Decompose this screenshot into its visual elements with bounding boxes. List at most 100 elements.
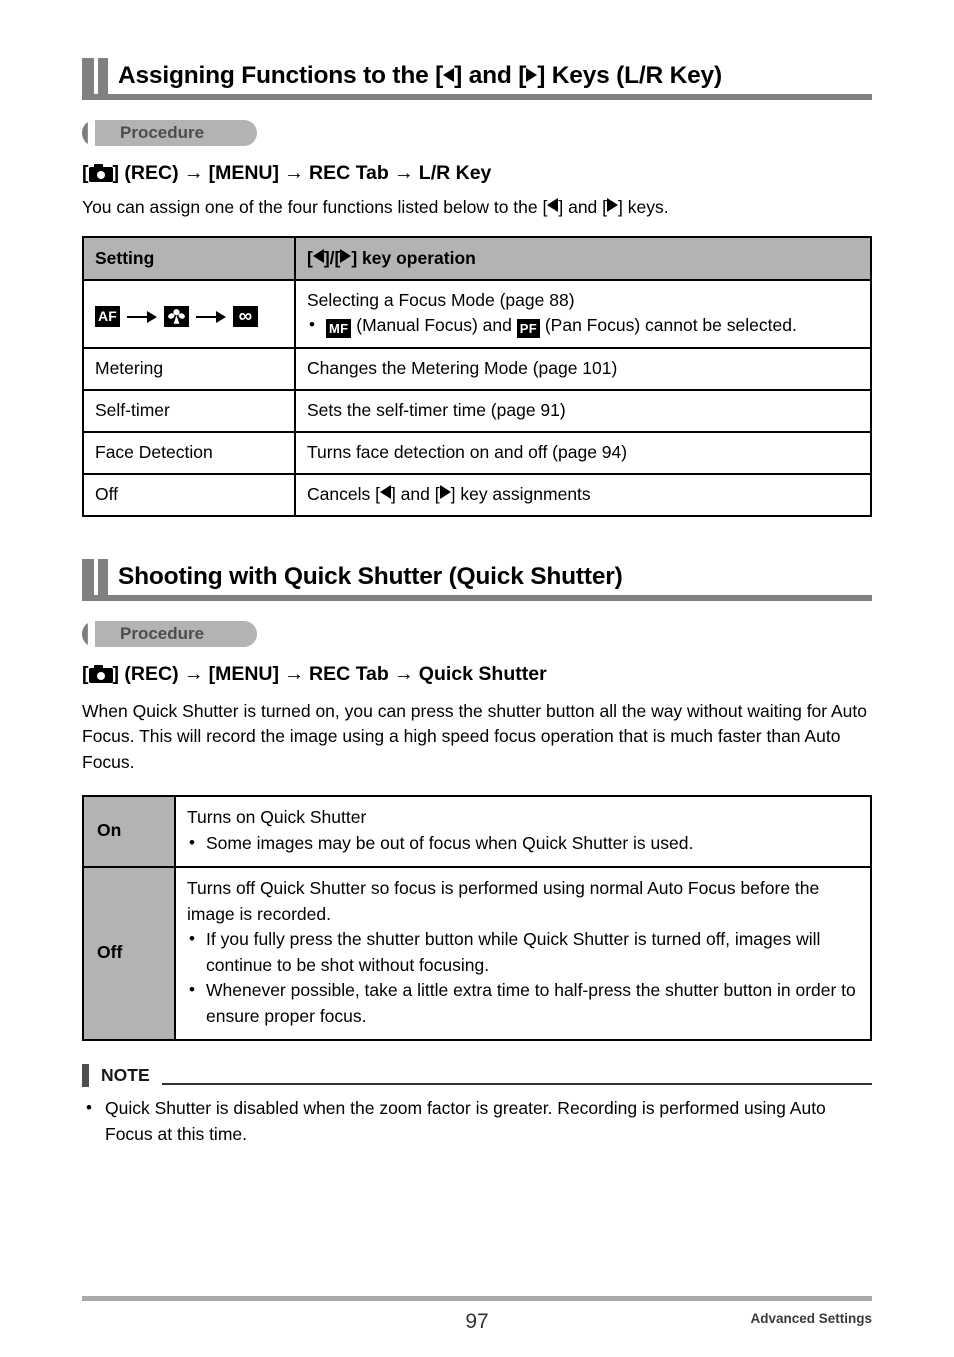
procedure-badge-notch <box>82 120 95 146</box>
lr-key-settings-table: Setting []/[] key operation AF ∞ Selecti… <box>82 236 872 517</box>
intro-text-a: You can assign one of the four functions… <box>82 197 548 217</box>
af-badge-icon: AF <box>95 306 120 328</box>
bullet-text-1: (Manual Focus) and <box>356 315 512 335</box>
list-item: Some images may be out of focus when Qui… <box>187 830 859 857</box>
table-row: Metering Changes the Metering Mode (page… <box>82 346 872 391</box>
heading-text-after: ] Keys (L/R Key) <box>537 62 722 89</box>
desc-off-a: Cancels [ <box>307 483 380 504</box>
procedure-badge-notch <box>82 620 95 647</box>
option-off-bullets: If you fully press the shutter button wh… <box>187 926 859 1029</box>
table-row: Off Turns off Quick Shutter so focus is … <box>82 866 872 1041</box>
list-item: Whenever possible, take a little extra t… <box>187 977 859 1029</box>
note-accent-bar <box>82 1064 89 1087</box>
quick-shutter-options-table: On Turns on Quick Shutter Some images ma… <box>82 795 872 1041</box>
path-step-menu: [MENU] <box>208 162 279 184</box>
heading-text-before: Assigning Functions to the [ <box>118 62 444 89</box>
table-row: AF ∞ Selecting a Focus Mode (page 88) • … <box>82 279 872 349</box>
note-label: NOTE <box>101 1065 150 1085</box>
camera-icon <box>88 164 113 182</box>
table-row: Face Detection Turns face detection on a… <box>82 430 872 475</box>
cell-option-off-desc: Turns off Quick Shutter so focus is perf… <box>174 866 872 1041</box>
column-header-key-operation: []/[] key operation <box>294 236 872 281</box>
cell-focus-mode-icons: AF ∞ <box>82 279 296 349</box>
cell-option-off: Off <box>82 866 176 1041</box>
path-arrow-3: → <box>393 162 414 184</box>
path-step-rec-tab: REC Tab <box>308 162 389 184</box>
procedure-badge-2: Procedure <box>82 620 257 647</box>
note-rule <box>162 1083 872 1085</box>
procedure-badge-label: Procedure <box>120 123 205 142</box>
footer-section-label: Advanced Settings <box>750 1311 872 1326</box>
column-header-setting: Setting <box>82 236 296 281</box>
cell-desc-self-timer: Sets the self-timer time (page 91) <box>294 388 872 433</box>
section-heading-lr-key: Assigning Functions to the [ ] and [ ] Key… <box>82 58 872 104</box>
path-arrow-1: → <box>183 162 204 184</box>
procedure-badge-label: Procedure <box>120 623 205 643</box>
quick-shutter-paragraph: When Quick Shutter is turned on, you can… <box>82 700 868 772</box>
path-rec-label: ] (REC) <box>112 662 179 685</box>
cell-setting-self-timer: Self-timer <box>82 388 296 433</box>
macro-flower-icon <box>164 306 189 328</box>
left-arrow-key-icon <box>443 68 455 82</box>
table-row: Self-timer Sets the self-timer time (pag… <box>82 388 872 433</box>
path-arrow-2: → <box>283 662 304 685</box>
heading-underline <box>82 594 872 601</box>
cell-focus-mode-desc: Selecting a Focus Mode (page 88) MF (Man… <box>294 279 872 349</box>
note-body: Quick Shutter is disabled when the zoom … <box>82 1095 872 1147</box>
desc-off-c: ] key assignments <box>450 483 591 504</box>
heading-text-middle: ] and [ <box>454 62 527 89</box>
left-arrow-key-icon <box>312 249 324 263</box>
option-on-main: Turns on Quick Shutter <box>187 807 367 827</box>
intro-text-b: ] and [ <box>558 197 608 217</box>
macro-flower-glyph <box>168 309 185 325</box>
right-arrow-key-icon <box>607 198 619 212</box>
list-item: If you fully press the shutter button wh… <box>187 926 859 978</box>
right-arrow-key-icon <box>526 68 538 82</box>
focus-mode-desc-main: Selecting a Focus Mode (page 88) <box>307 290 575 310</box>
option-on-bullets: Some images may be out of focus when Qui… <box>187 830 859 857</box>
path-rec-label: ] (REC) <box>112 162 179 184</box>
list-item: Quick Shutter is disabled when the zoom … <box>82 1095 872 1147</box>
cell-option-on-desc: Turns on Quick Shutter Some images may b… <box>174 795 872 868</box>
heading-bar-notch <box>94 558 98 595</box>
path-step-final: Quick Shutter <box>418 662 547 685</box>
flow-arrow-icon <box>127 310 157 324</box>
right-arrow-key-icon <box>439 484 451 499</box>
cell-setting-off: Off <box>82 472 296 517</box>
left-arrow-key-icon <box>379 484 391 499</box>
menu-path-1: [] (REC) → [MENU] → REC Tab → L/R Key <box>82 160 872 186</box>
heading-bar-notch <box>94 58 98 94</box>
note-header: NOTE <box>82 1063 872 1089</box>
cell-desc-metering: Changes the Metering Mode (page 101) <box>294 346 872 391</box>
footer-divider <box>82 1296 872 1301</box>
path-arrow-2: → <box>283 162 304 184</box>
heading-accent-bar <box>82 58 108 94</box>
cell-desc-off: Cancels [ ] and [ ] key assignments <box>294 472 872 517</box>
note-block: NOTE Quick Shutter is disabled when the … <box>82 1063 872 1147</box>
path-step-menu: [MENU] <box>208 662 279 685</box>
document-page: Assigning Functions to the [ ] and [ ] Key… <box>0 0 954 1357</box>
table-header-row: Setting []/[] key operation <box>82 236 872 281</box>
flow-arrow-icon <box>196 310 226 324</box>
heading-accent-bar <box>82 558 108 595</box>
list-item: MF (Manual Focus) and PF (Pan Focus) can… <box>307 312 859 339</box>
path-arrow-3: → <box>393 662 414 685</box>
menu-path-2: [] (REC) → [MENU] → REC Tab → Quick Shutter <box>82 661 872 687</box>
option-off-main: Turns off Quick Shutter so focus is perf… <box>187 878 820 924</box>
header-bracket-c: ] key operation <box>351 248 476 268</box>
infinity-focus-icon: ∞ <box>233 306 258 328</box>
note-bullets: Quick Shutter is disabled when the zoom … <box>82 1095 872 1147</box>
cell-setting-metering: Metering <box>82 346 296 391</box>
procedure-badge-1: Procedure <box>82 120 257 146</box>
table-row: On Turns on Quick Shutter Some images ma… <box>82 795 872 868</box>
intro-text-c: ] keys. <box>618 197 669 217</box>
section-1-intro: You can assign one of the four functions… <box>82 194 872 220</box>
cell-desc-face-detection: Turns face detection on and off (page 94… <box>294 430 872 475</box>
path-step-rec-tab: REC Tab <box>308 662 389 685</box>
mf-badge-icon: MF <box>326 319 352 338</box>
header-bracket-b: ]/[ <box>323 248 341 268</box>
desc-off-b: ] and [ <box>390 483 440 504</box>
section-title-quick-shutter: Shooting with Quick Shutter (Quick Shutt… <box>118 562 623 590</box>
right-arrow-key-icon <box>340 249 352 263</box>
table-row: Off Cancels [ ] and [ ] key assignments <box>82 472 872 517</box>
